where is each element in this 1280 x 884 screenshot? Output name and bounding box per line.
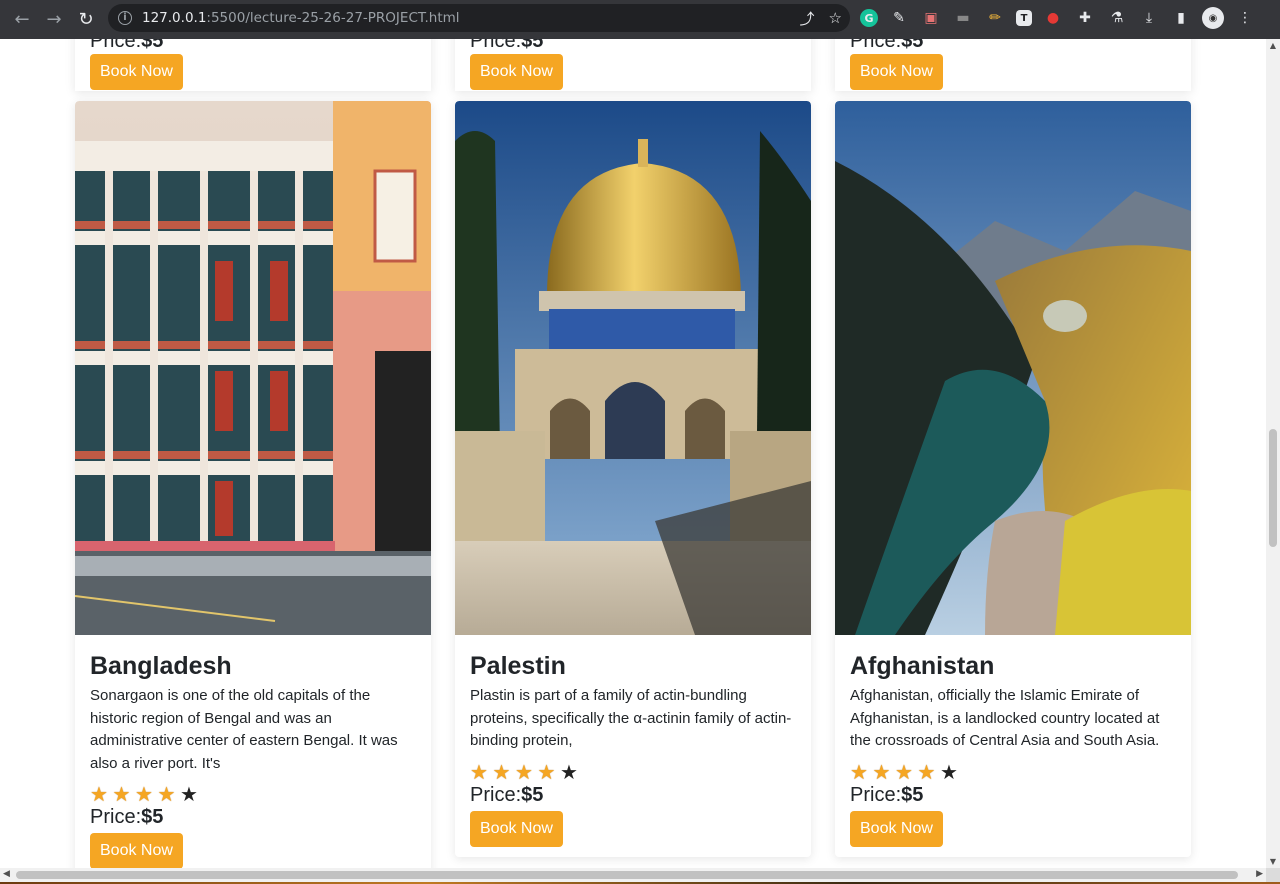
- scroll-down-icon[interactable]: ▼: [1269, 857, 1277, 866]
- book-now-button[interactable]: Book Now: [470, 54, 563, 90]
- book-now-button[interactable]: Book Now: [90, 833, 183, 868]
- price-value: $5: [901, 39, 924, 52]
- share-icon[interactable]: ⤴: [800, 8, 815, 29]
- url-host: 127.0.0.1: [142, 10, 207, 26]
- screenshot-icon[interactable]: ▣: [920, 7, 942, 29]
- menu-kebab-icon[interactable]: ⋮: [1234, 7, 1256, 29]
- scroll-up-icon[interactable]: ▲: [1269, 41, 1277, 50]
- star-filled-icon: ★: [112, 782, 131, 806]
- card-partial: Price:$5 Book Now: [455, 39, 811, 91]
- back-icon[interactable]: ←: [6, 3, 38, 35]
- card-description: Sonargaon is one of the old capitals of …: [90, 687, 398, 772]
- star-filled-icon: ★: [872, 759, 891, 784]
- card-description: Plastin is part of a family of actin-bun…: [470, 687, 792, 749]
- card-partial: Price:$5 Book Now: [835, 39, 1191, 91]
- card-bangladesh: Bangladesh Sonargaon is one of the old c…: [75, 101, 431, 868]
- book-now-button[interactable]: Book Now: [850, 54, 943, 90]
- card-title: Afghanistan: [850, 652, 995, 680]
- star-rating: ★ ★ ★ ★ ★: [90, 783, 416, 805]
- book-now-button[interactable]: Book Now: [850, 810, 943, 847]
- card-palestin: Palestin Plastin is part of a family of …: [455, 101, 811, 857]
- eyedropper-icon[interactable]: ✎: [888, 7, 910, 29]
- star-empty-icon: ★: [560, 759, 578, 784]
- star-filled-icon: ★: [537, 759, 556, 784]
- price-value: $5: [141, 806, 164, 828]
- star-filled-icon: ★: [470, 759, 488, 784]
- book-now-button[interactable]: Book Now: [470, 810, 563, 847]
- star-filled-icon: ★: [515, 759, 533, 784]
- star-filled-icon: ★: [157, 782, 176, 806]
- scrollbar-corner: [1266, 868, 1280, 882]
- reload-icon[interactable]: ↻: [70, 3, 102, 35]
- price: Price:$5: [90, 805, 416, 829]
- card-body: Bangladesh Sonargaon is one of the old c…: [75, 635, 431, 868]
- price-label: Price:: [90, 39, 142, 52]
- profile-avatar[interactable]: ◉: [1202, 7, 1224, 29]
- price-label: Price:: [850, 39, 902, 52]
- star-filled-icon: ★: [850, 759, 868, 784]
- highlighter-icon[interactable]: ✏: [984, 7, 1006, 29]
- star-rating: ★ ★ ★ ★ ★: [470, 761, 796, 783]
- star-filled-icon: ★: [917, 759, 936, 784]
- url-text: 127.0.0.1:5500/lecture-25-26-27-PROJECT.…: [142, 10, 460, 26]
- scrollbar-thumb[interactable]: [1269, 429, 1277, 547]
- star-filled-icon: ★: [492, 759, 511, 784]
- side-panel-icon[interactable]: ▮: [1170, 7, 1192, 29]
- grammarly-icon[interactable]: G: [860, 9, 878, 27]
- translate-icon[interactable]: T: [1016, 10, 1032, 26]
- scroll-right-icon[interactable]: ▶: [1256, 869, 1263, 879]
- price: Price:$5: [470, 783, 796, 807]
- address-bar[interactable]: i 127.0.0.1:5500/lecture-25-26-27-PROJEC…: [108, 4, 850, 32]
- star-filled-icon: ★: [895, 759, 913, 784]
- card-afghanistan: Afghanistan Afghanistan, officially the …: [835, 101, 1191, 857]
- card-body: Afghanistan Afghanistan, officially the …: [835, 635, 1191, 857]
- labs-flask-icon[interactable]: ⚗: [1106, 7, 1128, 29]
- site-info-icon[interactable]: i: [108, 11, 142, 25]
- price-label: Price:: [850, 783, 902, 806]
- scrollbar-thumb[interactable]: [16, 871, 1238, 879]
- page-viewport: Price:$5 Book Now Price:$5 Book Now Pric…: [0, 39, 1266, 868]
- extension-dark-icon[interactable]: ▬: [952, 7, 974, 29]
- book-now-button[interactable]: Book Now: [90, 54, 183, 90]
- scroll-left-icon[interactable]: ◀: [3, 869, 10, 879]
- price-value: $5: [521, 39, 544, 52]
- star-rating: ★ ★ ★ ★ ★: [850, 761, 1176, 783]
- price-value: $5: [141, 39, 164, 52]
- download-icon[interactable]: ⤓: [1138, 7, 1160, 29]
- adblock-icon[interactable]: ●: [1042, 7, 1064, 29]
- card-partial: Price:$5 Book Now: [75, 39, 431, 91]
- forward-icon[interactable]: →: [38, 3, 70, 35]
- card-image: [75, 101, 431, 635]
- price: Price:$5: [90, 39, 163, 53]
- card-title: Palestin: [470, 652, 566, 680]
- bookmark-star-icon[interactable]: ☆: [829, 9, 842, 27]
- card-image: [455, 101, 811, 635]
- star-filled-icon: ★: [135, 782, 153, 806]
- extensions-bar: G ✎ ▣ ▬ ✏ T ● ✚ ⚗ ⤓ ▮ ◉ ⋮: [860, 4, 1256, 32]
- price-value: $5: [521, 783, 544, 806]
- card-image: [835, 101, 1191, 635]
- extensions-puzzle-icon[interactable]: ✚: [1074, 7, 1096, 29]
- price-label: Price:: [470, 39, 522, 52]
- price-label: Price:: [470, 783, 522, 806]
- browser-toolbar: ← → ↻ i 127.0.0.1:5500/lecture-25-26-27-…: [0, 0, 1280, 39]
- url-path: :5500/lecture-25-26-27-PROJECT.html: [206, 10, 460, 26]
- vertical-scrollbar[interactable]: ▲ ▼: [1266, 39, 1280, 868]
- card-title: Bangladesh: [90, 652, 232, 680]
- price: Price:$5: [850, 783, 1176, 807]
- star-empty-icon: ★: [940, 759, 958, 784]
- card-description: Afghanistan, officially the Islamic Emir…: [850, 687, 1160, 749]
- price: Price:$5: [850, 39, 923, 53]
- price-label: Price:: [90, 806, 142, 828]
- price: Price:$5: [470, 39, 543, 53]
- price-value: $5: [901, 783, 924, 806]
- horizontal-scrollbar[interactable]: ◀ ▶: [0, 868, 1266, 882]
- star-empty-icon: ★: [180, 782, 198, 806]
- card-body: Palestin Plastin is part of a family of …: [455, 635, 811, 857]
- star-filled-icon: ★: [90, 782, 108, 806]
